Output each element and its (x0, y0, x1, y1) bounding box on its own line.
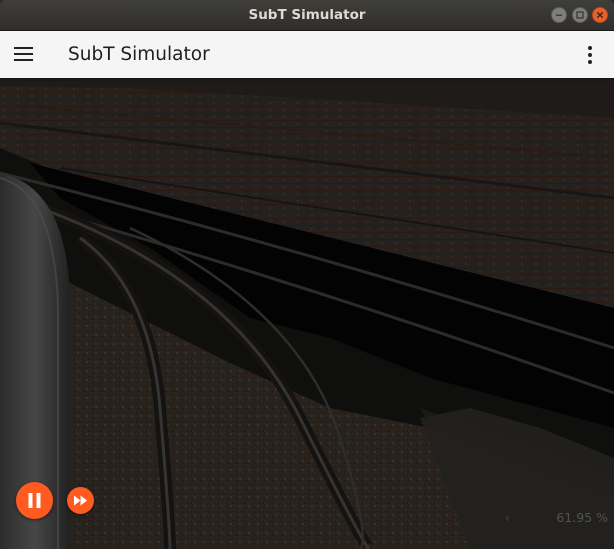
minimize-icon[interactable] (551, 7, 567, 23)
close-icon[interactable] (592, 7, 608, 23)
hamburger-menu-icon[interactable] (10, 39, 38, 69)
pause-icon[interactable] (16, 482, 53, 519)
app-window: SubT Simulator SubT Simulator ‹ 61.95 % (0, 0, 614, 549)
app-bar: SubT Simulator (0, 31, 614, 78)
window-title: SubT Simulator (248, 7, 366, 23)
simulation-viewport[interactable]: ‹ 61.95 % (0, 78, 614, 549)
fast-forward-icon[interactable] (67, 487, 94, 514)
tunnel-scene (0, 78, 614, 549)
app-title: SubT Simulator (68, 44, 210, 65)
maximize-icon[interactable] (572, 7, 588, 23)
window-titlebar[interactable]: SubT Simulator (0, 0, 614, 31)
real-time-factor: 61.95 % (556, 510, 608, 525)
rtf-expand-icon[interactable]: ‹ (505, 511, 515, 525)
more-vertical-icon[interactable] (580, 39, 600, 69)
